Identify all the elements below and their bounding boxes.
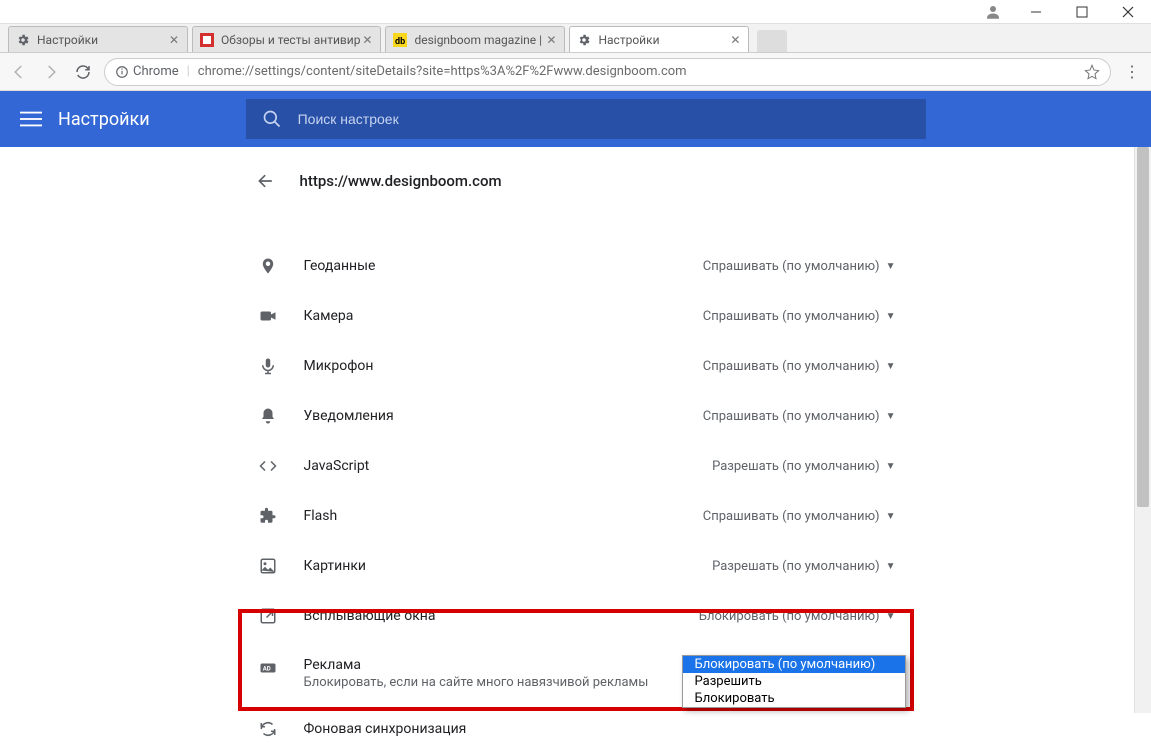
perm-sublabel: Блокировать, если на сайте много навязчи… xyxy=(304,675,699,690)
tab-title: Настройки xyxy=(598,33,728,47)
perm-row-javascript: JavaScript Разрешать (по умолчанию)▼ xyxy=(236,441,916,491)
scrollbar-thumb[interactable] xyxy=(1137,147,1149,507)
chevron-down-icon: ▼ xyxy=(886,511,896,522)
omnibox[interactable]: Chrome | chrome://settings/content/siteD… xyxy=(104,58,1111,86)
perm-row-notifications: Уведомления Спрашивать (по умолчанию)▼ xyxy=(236,391,916,441)
perm-label: Фоновая синхронизация xyxy=(304,721,896,737)
perm-label: Flash xyxy=(304,508,703,524)
chevron-down-icon: ▼ xyxy=(886,461,896,472)
settings-content-area: https://www.designboom.com Геоданные Спр… xyxy=(0,147,1151,713)
settings-search-input[interactable] xyxy=(298,111,910,127)
svg-text:AD: AD xyxy=(262,665,270,672)
code-icon xyxy=(256,457,280,475)
tab-close-icon[interactable]: ✕ xyxy=(728,33,742,47)
chevron-down-icon: ▼ xyxy=(886,411,896,422)
tab-close-icon[interactable]: ✕ xyxy=(167,33,181,47)
nav-back-button[interactable] xyxy=(8,61,30,83)
window-maximize-button[interactable] xyxy=(1059,0,1105,24)
gear-icon xyxy=(576,32,592,48)
gear-icon xyxy=(15,32,31,48)
perm-label: Камера xyxy=(304,308,703,324)
tab-title: Настройки xyxy=(37,33,167,47)
tab-close-icon[interactable]: ✕ xyxy=(360,33,374,47)
dropdown-option[interactable]: Блокировать (по умолчанию) xyxy=(683,656,905,673)
site-favicon-icon: db xyxy=(392,32,408,48)
perm-row-flash: Flash Спрашивать (по умолчанию)▼ xyxy=(236,491,916,541)
secure-label: Chrome xyxy=(133,64,179,79)
browser-menu-button[interactable]: ⋮ xyxy=(1121,62,1143,81)
perm-label: Микрофон xyxy=(304,358,703,374)
perm-row-background-sync: Фоновая синхронизация xyxy=(236,704,916,754)
sync-icon xyxy=(256,720,280,738)
nav-reload-button[interactable] xyxy=(72,61,94,83)
settings-search-box[interactable] xyxy=(246,99,926,139)
perm-select-geolocation[interactable]: Спрашивать (по умолчанию)▼ xyxy=(703,259,896,274)
chevron-down-icon: ▼ xyxy=(886,611,896,622)
ad-icon: AD xyxy=(256,659,280,677)
tab-title: designboom magazine | xyxy=(414,33,544,47)
dropdown-option[interactable]: Разрешить xyxy=(683,673,905,690)
tab-title: Обзоры и тесты антивир xyxy=(221,33,360,47)
browser-address-bar: Chrome | chrome://settings/content/siteD… xyxy=(0,53,1151,91)
perm-select-images[interactable]: Разрешать (по умолчанию)▼ xyxy=(712,559,895,574)
puzzle-icon xyxy=(256,507,280,525)
settings-header: Настройки xyxy=(0,91,1151,147)
browser-tabstrip: Настройки ✕ Обзоры и тесты антивир ✕ db … xyxy=(0,24,1151,53)
perm-select-popups[interactable]: Блокировать (по умолчанию)▼ xyxy=(699,609,896,624)
perm-select-flash[interactable]: Спрашивать (по умолчанию)▼ xyxy=(703,509,896,524)
bookmark-star-icon[interactable] xyxy=(1084,64,1100,80)
content-scrollbar[interactable] xyxy=(1134,147,1151,713)
chevron-down-icon: ▼ xyxy=(886,261,896,272)
image-icon xyxy=(256,557,280,575)
window-close-button[interactable] xyxy=(1105,0,1151,24)
mic-icon xyxy=(256,357,280,375)
perm-select-camera[interactable]: Спрашивать (по умолчанию)▼ xyxy=(703,309,896,324)
svg-text:db: db xyxy=(395,37,405,47)
browser-tab[interactable]: Обзоры и тесты антивир ✕ xyxy=(192,26,381,52)
search-icon xyxy=(262,109,282,129)
location-icon xyxy=(256,257,280,275)
tab-close-icon[interactable]: ✕ xyxy=(544,33,558,47)
perm-row-geolocation: Геоданные Спрашивать (по умолчанию)▼ xyxy=(236,241,916,291)
site-details-card: https://www.designboom.com Геоданные Спр… xyxy=(236,147,916,713)
perm-select-microphone[interactable]: Спрашивать (по умолчанию)▼ xyxy=(703,359,896,374)
perm-label: Картинки xyxy=(304,558,713,574)
browser-tab-active[interactable]: Настройки ✕ xyxy=(569,26,749,52)
back-arrow-icon[interactable] xyxy=(256,171,276,191)
window-titlebar xyxy=(0,0,1151,24)
chevron-down-icon: ▼ xyxy=(886,561,896,572)
perm-label: Реклама xyxy=(304,657,699,673)
dropdown-option[interactable]: Блокировать xyxy=(683,690,905,707)
user-account-icon[interactable] xyxy=(973,0,1013,24)
perm-select-notifications[interactable]: Спрашивать (по умолчанию)▼ xyxy=(703,409,896,424)
perm-row-popups: Всплывающие окна Блокировать (по умолчан… xyxy=(236,591,916,641)
perm-label: JavaScript xyxy=(304,458,713,474)
site-header-row: https://www.designboom.com xyxy=(236,165,916,211)
site-info-icon[interactable]: Chrome xyxy=(115,64,179,79)
perm-label: Всплывающие окна xyxy=(304,608,699,624)
camera-icon xyxy=(256,307,280,325)
hamburger-menu-icon[interactable] xyxy=(20,108,42,130)
new-tab-button[interactable] xyxy=(757,30,787,52)
chevron-down-icon: ▼ xyxy=(886,311,896,322)
popup-icon xyxy=(256,607,280,625)
browser-tab[interactable]: Настройки ✕ xyxy=(8,26,188,52)
url-text: chrome://settings/content/siteDetails?si… xyxy=(198,64,1076,79)
window-minimize-button[interactable] xyxy=(1013,0,1059,24)
nav-forward-button[interactable] xyxy=(40,61,62,83)
bell-icon xyxy=(256,407,280,425)
perm-label: Уведомления xyxy=(304,408,703,424)
perm-row-images: Картинки Разрешать (по умолчанию)▼ xyxy=(236,541,916,591)
site-favicon-icon xyxy=(199,32,215,48)
perm-select-javascript[interactable]: Разрешать (по умолчанию)▼ xyxy=(712,459,895,474)
settings-title: Настройки xyxy=(58,109,150,130)
perm-row-camera: Камера Спрашивать (по умолчанию)▼ xyxy=(236,291,916,341)
perm-label: Геоданные xyxy=(304,258,703,274)
perm-select-dropdown[interactable]: Блокировать (по умолчанию) Разрешить Бло… xyxy=(682,655,906,708)
perm-row-microphone: Микрофон Спрашивать (по умолчанию)▼ xyxy=(236,341,916,391)
site-url-label: https://www.designboom.com xyxy=(300,172,502,190)
chevron-down-icon: ▼ xyxy=(886,361,896,372)
browser-tab[interactable]: db designboom magazine | ✕ xyxy=(385,26,565,52)
